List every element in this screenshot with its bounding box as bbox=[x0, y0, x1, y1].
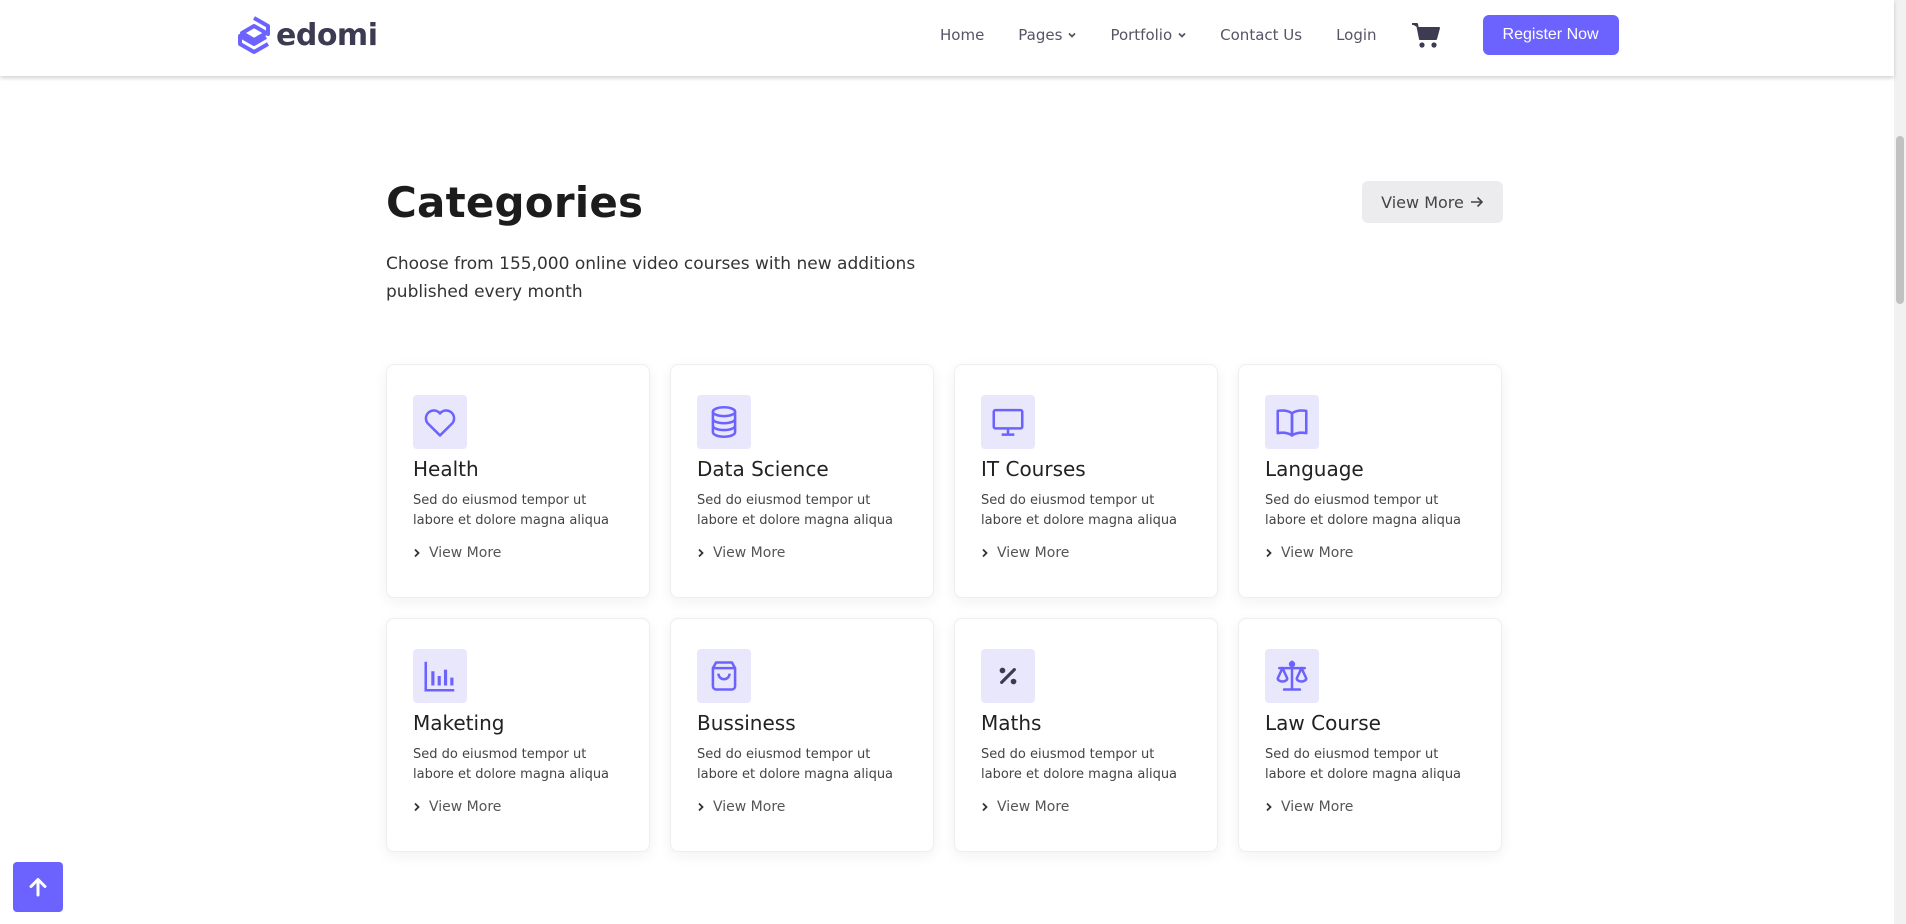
category-card-language[interactable]: Language Sed do eiusmod tempor ut labore… bbox=[1238, 364, 1502, 598]
page-title: Categories bbox=[386, 178, 644, 227]
chevron-right-icon bbox=[698, 802, 704, 812]
nav-item-label: Pages bbox=[1018, 26, 1063, 44]
chevron-right-icon bbox=[414, 548, 420, 558]
logo[interactable]: edomi bbox=[236, 16, 378, 54]
scale-icon bbox=[1265, 649, 1319, 703]
bar-chart-icon bbox=[413, 649, 467, 703]
category-card-law-course[interactable]: Law Course Sed do eiusmod tempor ut labo… bbox=[1238, 618, 1502, 852]
nav-item-label: Contact Us bbox=[1220, 26, 1303, 44]
main-nav: Home Pages Portfolio Contact Us Login Re… bbox=[940, 0, 1619, 70]
link-label: View More bbox=[429, 799, 502, 815]
category-title: Maths bbox=[981, 711, 1042, 735]
category-view-more-link[interactable]: View More bbox=[981, 799, 1191, 815]
category-title: Data Science bbox=[697, 457, 829, 481]
category-title: Maketing bbox=[413, 711, 505, 735]
database-icon bbox=[697, 395, 751, 449]
category-title: IT Courses bbox=[981, 457, 1086, 481]
link-label: View More bbox=[429, 545, 502, 561]
link-label: View More bbox=[1281, 799, 1354, 815]
logo-mark-icon bbox=[238, 16, 270, 54]
section-description: Choose from 155,000 online video courses… bbox=[386, 254, 916, 302]
link-label: View More bbox=[713, 799, 786, 815]
nav-item-pages[interactable]: Pages bbox=[1018, 26, 1077, 44]
view-more-label: View More bbox=[1381, 192, 1464, 212]
category-text: Sed do eiusmod tempor ut labore et dolor… bbox=[981, 747, 1178, 782]
nav-item-label: Home bbox=[940, 26, 985, 44]
chevron-right-icon bbox=[982, 548, 988, 558]
logo-text: edomi bbox=[276, 17, 378, 53]
category-text: Sed do eiusmod tempor ut labore et dolor… bbox=[697, 493, 894, 528]
cart-icon[interactable] bbox=[1411, 21, 1441, 49]
category-title: Law Course bbox=[1265, 711, 1381, 735]
category-text: Sed do eiusmod tempor ut labore et dolor… bbox=[413, 493, 610, 528]
category-grid: Health Sed do eiusmod tempor ut labore e… bbox=[386, 364, 1504, 852]
category-text: Sed do eiusmod tempor ut labore et dolor… bbox=[413, 747, 610, 782]
category-card-maths[interactable]: Maths Sed do eiusmod tempor ut labore et… bbox=[954, 618, 1218, 852]
category-text: Sed do eiusmod tempor ut labore et dolor… bbox=[1265, 493, 1462, 528]
register-button[interactable]: Register Now bbox=[1482, 15, 1619, 55]
category-view-more-link[interactable]: View More bbox=[981, 545, 1191, 561]
nav-item-portfolio[interactable]: Portfolio bbox=[1110, 26, 1186, 44]
percent-icon bbox=[981, 649, 1035, 703]
page-scrollbar[interactable] bbox=[1894, 0, 1906, 924]
arrow-up-icon bbox=[29, 878, 47, 897]
nav-item-label: Login bbox=[1336, 26, 1377, 44]
category-card-data-science[interactable]: Data Science Sed do eiusmod tempor ut la… bbox=[670, 364, 934, 598]
category-text: Sed do eiusmod tempor ut labore et dolor… bbox=[1265, 747, 1462, 782]
category-view-more-link[interactable]: View More bbox=[413, 545, 623, 561]
chevron-down-icon bbox=[1178, 32, 1186, 38]
link-label: View More bbox=[997, 799, 1070, 815]
link-label: View More bbox=[713, 545, 786, 561]
nav-item-home[interactable]: Home bbox=[940, 26, 984, 44]
category-card-health[interactable]: Health Sed do eiusmod tempor ut labore e… bbox=[386, 364, 650, 598]
arrow-right-icon bbox=[1470, 196, 1483, 208]
chevron-down-icon bbox=[1068, 32, 1077, 38]
category-card-bussiness[interactable]: Bussiness Sed do eiusmod tempor ut labor… bbox=[670, 618, 934, 852]
nav-item-login[interactable]: Login bbox=[1336, 26, 1376, 44]
category-text: Sed do eiusmod tempor ut labore et dolor… bbox=[697, 747, 894, 782]
category-title: Language bbox=[1265, 457, 1364, 481]
monitor-icon bbox=[981, 395, 1035, 449]
category-card-maketing[interactable]: Maketing Sed do eiusmod tempor ut labore… bbox=[386, 618, 650, 852]
nav-item-label: Portfolio bbox=[1110, 26, 1173, 44]
site-header: edomi Home Pages Portfolio Contact Us Lo… bbox=[0, 0, 1894, 76]
view-more-button[interactable]: View More bbox=[1362, 181, 1503, 223]
category-view-more-link[interactable]: View More bbox=[697, 799, 907, 815]
category-view-more-link[interactable]: View More bbox=[413, 799, 623, 815]
book-icon bbox=[1265, 395, 1319, 449]
chevron-right-icon bbox=[1266, 802, 1272, 812]
chevron-right-icon bbox=[698, 548, 704, 558]
category-view-more-link[interactable]: View More bbox=[1265, 799, 1475, 815]
category-view-more-link[interactable]: View More bbox=[697, 545, 907, 561]
category-text: Sed do eiusmod tempor ut labore et dolor… bbox=[981, 493, 1178, 528]
scrollbar-thumb[interactable] bbox=[1896, 136, 1904, 304]
category-view-more-link[interactable]: View More bbox=[1265, 545, 1475, 561]
link-label: View More bbox=[1281, 545, 1354, 561]
nav-item-contact-us[interactable]: Contact Us bbox=[1220, 26, 1302, 44]
category-title: Health bbox=[413, 457, 479, 481]
category-card-it-courses[interactable]: IT Courses Sed do eiusmod tempor ut labo… bbox=[954, 364, 1218, 598]
link-label: View More bbox=[997, 545, 1070, 561]
back-to-top-button[interactable] bbox=[13, 862, 63, 912]
chevron-right-icon bbox=[414, 802, 420, 812]
chevron-right-icon bbox=[982, 802, 988, 812]
chevron-right-icon bbox=[1266, 548, 1272, 558]
heart-icon bbox=[413, 395, 467, 449]
category-title: Bussiness bbox=[697, 711, 796, 735]
shopping-bag-icon bbox=[697, 649, 751, 703]
